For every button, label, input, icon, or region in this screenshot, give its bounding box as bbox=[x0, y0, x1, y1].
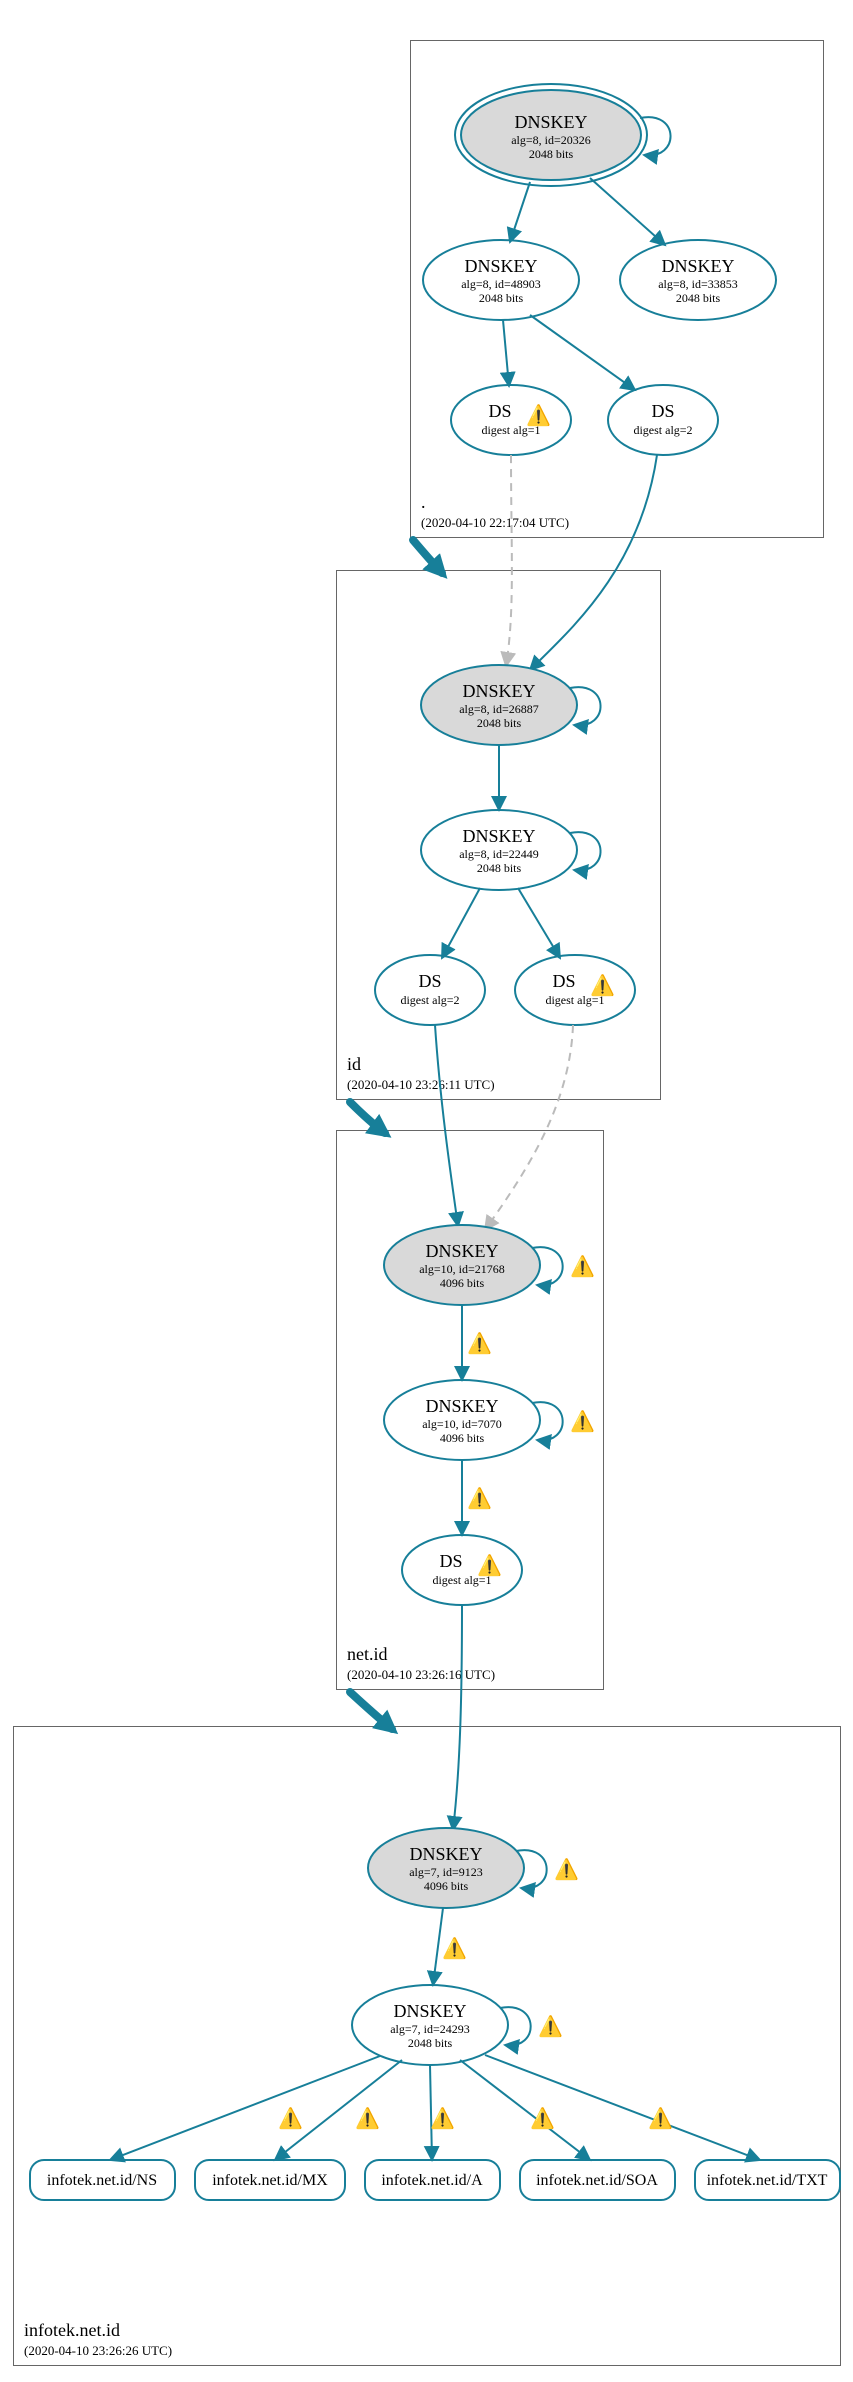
svg-text:alg=8, id=26887: alg=8, id=26887 bbox=[459, 702, 539, 716]
svg-text:DNSKEY: DNSKEY bbox=[462, 681, 535, 701]
node-netid-zsk: DNSKEY alg=10, id=7070 4096 bits bbox=[384, 1380, 540, 1460]
svg-text:digest alg=2: digest alg=2 bbox=[400, 993, 459, 1007]
svg-text:alg=10, id=7070: alg=10, id=7070 bbox=[422, 1417, 502, 1431]
svg-text:4096 bits: 4096 bits bbox=[424, 1879, 469, 1893]
svg-text:alg=8, id=20326: alg=8, id=20326 bbox=[511, 133, 591, 147]
svg-text:DS: DS bbox=[488, 401, 511, 421]
node-root-zsk2: DNSKEY alg=8, id=33853 2048 bits bbox=[620, 240, 776, 320]
svg-text:4096 bits: 4096 bits bbox=[440, 1431, 485, 1445]
node-netid-ksk: DNSKEY alg=10, id=21768 4096 bits bbox=[384, 1225, 540, 1305]
node-id-ds2: DS digest alg=2 bbox=[375, 955, 485, 1025]
leaf-a: infotek.net.id/A bbox=[365, 2160, 500, 2200]
leaf-ns: infotek.net.id/NS bbox=[30, 2160, 175, 2200]
node-inf-zsk: DNSKEY alg=7, id=24293 2048 bits bbox=[352, 1985, 508, 2065]
node-root-ds1: DS ⚠️ digest alg=1 bbox=[451, 385, 571, 455]
node-root-ksk: DNSKEY alg=8, id=20326 2048 bits bbox=[455, 84, 647, 186]
warning-icon: ⚠️ bbox=[554, 1857, 579, 1881]
svg-text:alg=10, id=21768: alg=10, id=21768 bbox=[419, 1262, 505, 1276]
svg-text:4096 bits: 4096 bits bbox=[440, 1276, 485, 1290]
svg-text:DNSKEY: DNSKEY bbox=[393, 2001, 466, 2021]
svg-text:digest alg=2: digest alg=2 bbox=[633, 423, 692, 437]
warning-icon: ⚠️ bbox=[278, 2106, 303, 2130]
svg-text:DNSKEY: DNSKEY bbox=[661, 256, 734, 276]
svg-text:2048 bits: 2048 bits bbox=[477, 861, 522, 875]
leaf-txt: infotek.net.id/TXT bbox=[695, 2160, 840, 2200]
node-id-ds1: DS ⚠️ digest alg=1 bbox=[515, 955, 635, 1025]
warning-icon: ⚠️ bbox=[467, 1331, 492, 1355]
svg-text:DS: DS bbox=[418, 971, 441, 991]
svg-text:alg=7, id=9123: alg=7, id=9123 bbox=[409, 1865, 483, 1879]
svg-text:2048 bits: 2048 bits bbox=[408, 2036, 453, 2050]
svg-text:DS: DS bbox=[651, 401, 674, 421]
warning-icon: ⚠️ bbox=[467, 1486, 492, 1510]
svg-text:DNSKEY: DNSKEY bbox=[409, 1844, 482, 1864]
svg-text:2048 bits: 2048 bits bbox=[479, 291, 524, 305]
svg-text:digest alg=1: digest alg=1 bbox=[545, 993, 604, 1007]
svg-text:2048 bits: 2048 bits bbox=[529, 147, 574, 161]
svg-text:digest alg=1: digest alg=1 bbox=[432, 1573, 491, 1587]
node-root-zsk1: DNSKEY alg=8, id=48903 2048 bits bbox=[423, 240, 579, 320]
node-netid-ds1: DS ⚠️ digest alg=1 bbox=[402, 1535, 522, 1605]
warning-icon: ⚠️ bbox=[538, 2014, 563, 2038]
svg-text:DNSKEY: DNSKEY bbox=[425, 1396, 498, 1416]
node-root-ds2: DS digest alg=2 bbox=[608, 385, 718, 455]
svg-text:DNSKEY: DNSKEY bbox=[464, 256, 537, 276]
leaf-mx: infotek.net.id/MX bbox=[195, 2160, 345, 2200]
node-inf-ksk: DNSKEY alg=7, id=9123 4096 bits bbox=[368, 1828, 524, 1908]
warning-icon: ⚠️ bbox=[442, 1936, 467, 1960]
svg-text:alg=8, id=48903: alg=8, id=48903 bbox=[461, 277, 541, 291]
svg-text:infotek.net.id/TXT: infotek.net.id/TXT bbox=[707, 2172, 828, 2189]
svg-text:DS: DS bbox=[552, 971, 575, 991]
svg-text:DNSKEY: DNSKEY bbox=[425, 1241, 498, 1261]
warning-icon: ⚠️ bbox=[570, 1409, 595, 1433]
svg-text:infotek.net.id/MX: infotek.net.id/MX bbox=[212, 2172, 328, 2189]
svg-text:alg=8, id=33853: alg=8, id=33853 bbox=[658, 277, 738, 291]
leaf-soa: infotek.net.id/SOA bbox=[520, 2160, 675, 2200]
svg-text:DS: DS bbox=[439, 1551, 462, 1571]
warning-icon: ⚠️ bbox=[430, 2106, 455, 2130]
warning-icon: ⚠️ bbox=[355, 2106, 380, 2130]
svg-text:digest alg=1: digest alg=1 bbox=[481, 423, 540, 437]
svg-text:infotek.net.id/NS: infotek.net.id/NS bbox=[47, 2172, 157, 2189]
node-id-ksk: DNSKEY alg=8, id=26887 2048 bits bbox=[421, 665, 577, 745]
svg-text:DNSKEY: DNSKEY bbox=[514, 112, 587, 132]
svg-text:2048 bits: 2048 bits bbox=[676, 291, 721, 305]
svg-text:infotek.net.id/SOA: infotek.net.id/SOA bbox=[536, 2172, 658, 2189]
svg-text:alg=8, id=22449: alg=8, id=22449 bbox=[459, 847, 539, 861]
svg-text:2048 bits: 2048 bits bbox=[477, 716, 522, 730]
svg-text:infotek.net.id/A: infotek.net.id/A bbox=[381, 2172, 483, 2189]
warning-icon: ⚠️ bbox=[570, 1254, 595, 1278]
node-id-zsk: DNSKEY alg=8, id=22449 2048 bits bbox=[421, 810, 577, 890]
warning-icon: ⚠️ bbox=[530, 2106, 555, 2130]
svg-text:alg=7, id=24293: alg=7, id=24293 bbox=[390, 2022, 470, 2036]
warning-icon: ⚠️ bbox=[648, 2106, 673, 2130]
svg-text:DNSKEY: DNSKEY bbox=[462, 826, 535, 846]
